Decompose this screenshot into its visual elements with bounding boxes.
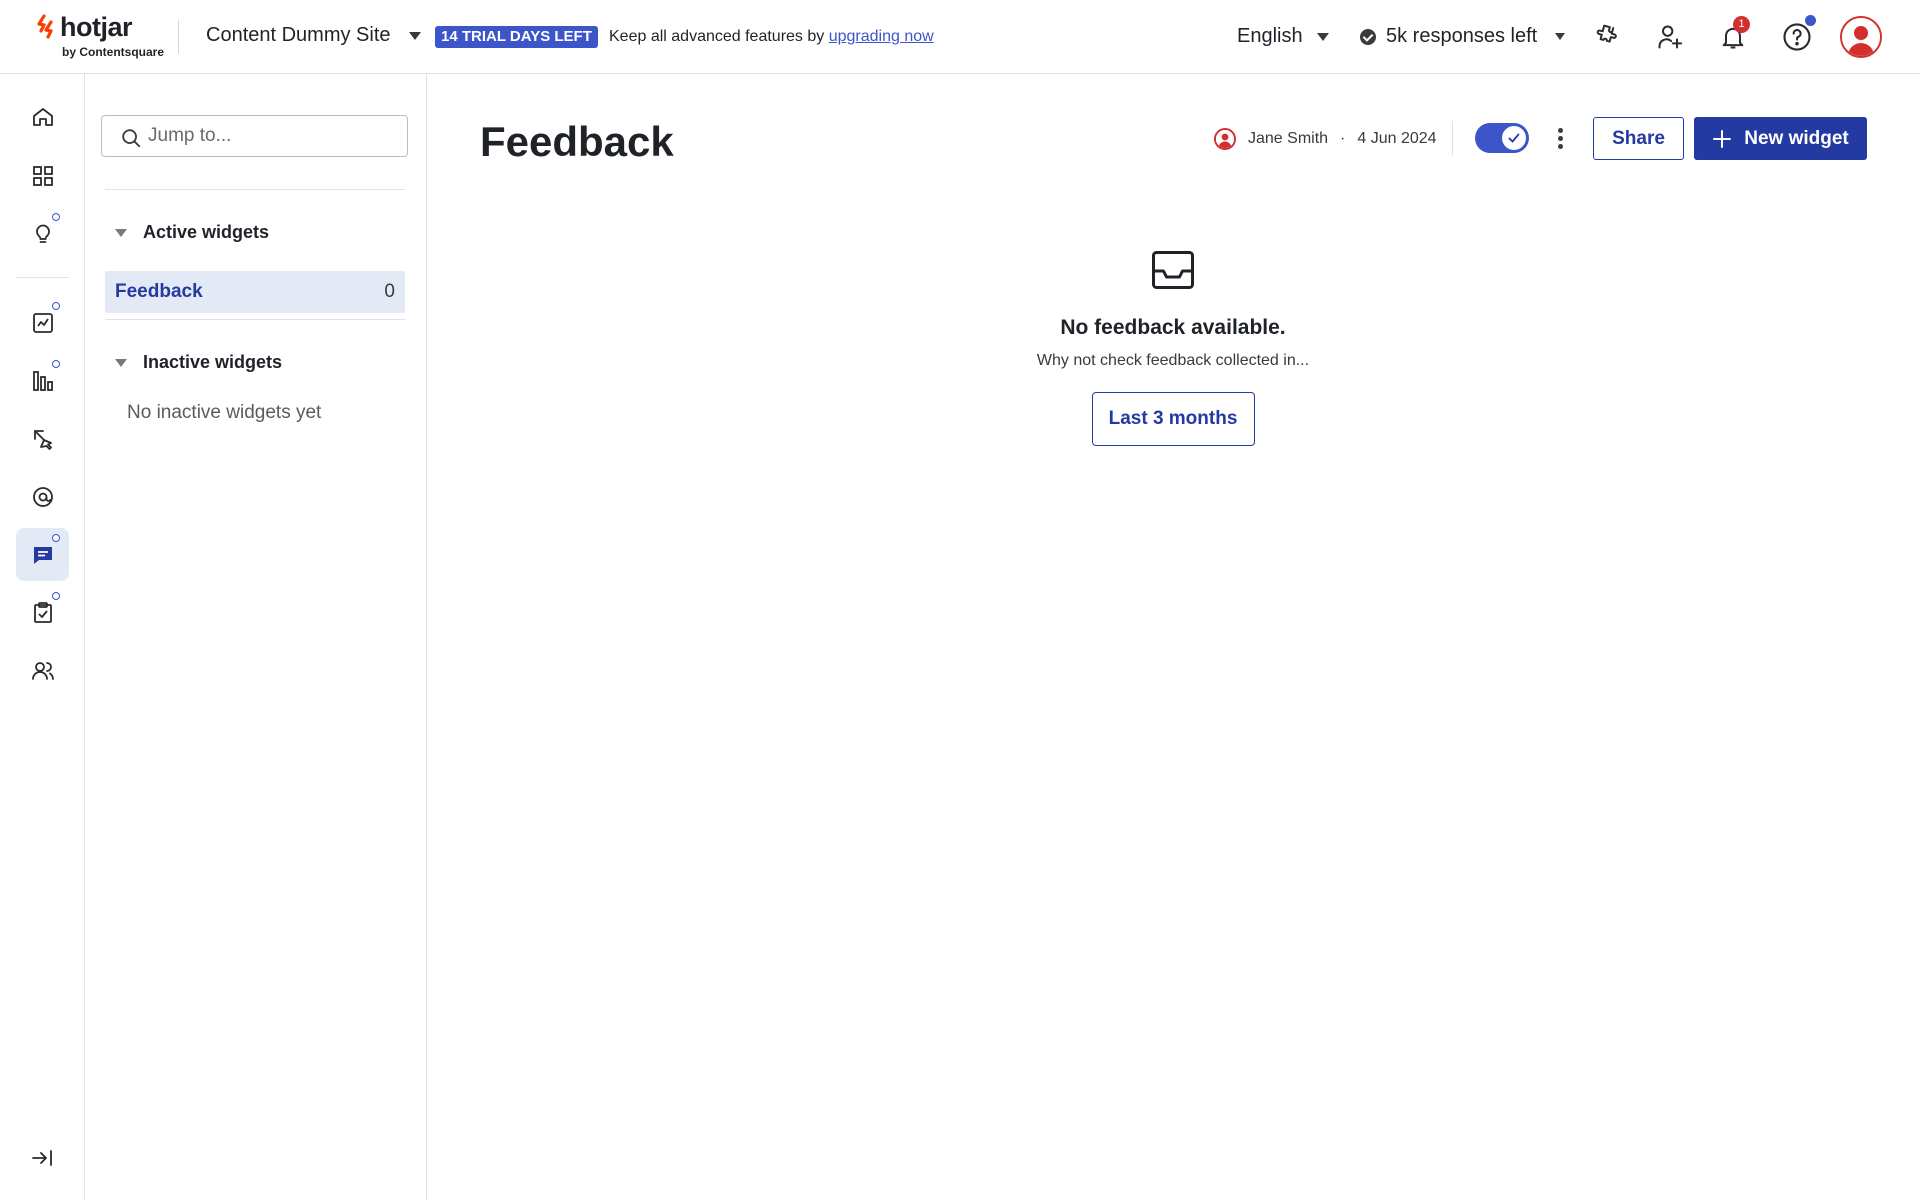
created-date: 4 Jun 2024 bbox=[1357, 130, 1437, 147]
user-avatar[interactable] bbox=[1840, 16, 1882, 58]
engage-icon bbox=[32, 486, 53, 507]
help-icon[interactable] bbox=[1778, 15, 1816, 56]
search-icon bbox=[122, 129, 141, 148]
nav-users[interactable] bbox=[16, 644, 69, 697]
header-divider bbox=[1452, 121, 1453, 155]
widget-active-toggle[interactable] bbox=[1475, 123, 1529, 153]
last-3-months-button[interactable]: Last 3 months bbox=[1091, 392, 1255, 446]
language-selector[interactable]: English bbox=[1237, 25, 1329, 48]
home-icon bbox=[32, 107, 53, 126]
nav-funnels[interactable] bbox=[16, 354, 69, 407]
logo-subtitle: by Contentsquare bbox=[62, 45, 165, 59]
new-widget-label: New widget bbox=[1744, 127, 1849, 149]
feedback-icon bbox=[33, 546, 52, 564]
new-indicator-dot bbox=[52, 302, 60, 310]
dashboard-icon bbox=[32, 165, 53, 186]
bell-icon[interactable]: 1 bbox=[1714, 16, 1752, 56]
users-icon bbox=[31, 661, 54, 680]
sidebar-divider bbox=[105, 319, 405, 320]
chevron-down-icon bbox=[408, 31, 421, 40]
nav-dashboards[interactable] bbox=[16, 149, 69, 202]
surveys-icon bbox=[33, 601, 52, 623]
collapse-icon bbox=[32, 1150, 52, 1166]
meta-separator: · bbox=[1340, 130, 1346, 147]
site-switcher[interactable]: Content Dummy Site bbox=[206, 24, 421, 47]
nav-trends[interactable] bbox=[16, 296, 69, 349]
trial-badge: 14 TRIAL DAYS LEFT bbox=[435, 26, 598, 48]
funnels-icon bbox=[32, 370, 53, 391]
check-circle-icon bbox=[1360, 28, 1376, 45]
widget-item-count: 0 bbox=[384, 281, 395, 302]
widget-sidebar: Jump to... Active widgets Feedback 0 Ina… bbox=[85, 74, 427, 1200]
new-indicator-dot bbox=[52, 213, 60, 221]
upgrade-link[interactable]: upgrading now bbox=[829, 28, 934, 45]
integrations-icon[interactable] bbox=[1587, 18, 1625, 56]
collapse-nav-button[interactable] bbox=[26, 1142, 58, 1174]
new-indicator-dot bbox=[52, 360, 60, 368]
widget-item-label: Feedback bbox=[115, 281, 203, 302]
share-button[interactable]: Share bbox=[1593, 117, 1684, 160]
nav-engage[interactable] bbox=[16, 470, 69, 523]
jump-to-search[interactable]: Jump to... bbox=[101, 115, 408, 157]
inactive-widgets-label: Inactive widgets bbox=[143, 352, 283, 372]
nav-insights[interactable] bbox=[16, 207, 69, 260]
inactive-empty-text: No inactive widgets yet bbox=[127, 402, 322, 423]
search-placeholder: Jump to... bbox=[148, 125, 232, 146]
page-title: Feedback bbox=[480, 118, 674, 165]
site-name: Content Dummy Site bbox=[206, 24, 391, 46]
toggle-knob bbox=[1502, 126, 1526, 150]
hotjar-logo-mark-icon bbox=[37, 14, 53, 39]
header-divider bbox=[178, 20, 179, 54]
invite-user-icon[interactable] bbox=[1651, 18, 1689, 56]
empty-state: No feedback available. Why not check fee… bbox=[980, 250, 1366, 446]
responses-label: 5k responses left bbox=[1386, 25, 1538, 47]
responses-quota[interactable]: 5k responses left bbox=[1360, 25, 1566, 48]
hotjar-logo[interactable]: hotjar by Contentsquare bbox=[36, 12, 166, 62]
insights-icon bbox=[35, 224, 50, 243]
chevron-down-icon bbox=[115, 228, 127, 237]
nav-feedback[interactable] bbox=[16, 528, 69, 581]
new-indicator-dot bbox=[52, 534, 60, 542]
plus-icon bbox=[1713, 129, 1732, 148]
logo-wordmark: hotjar bbox=[60, 12, 133, 42]
more-options-icon[interactable] bbox=[1550, 124, 1570, 152]
new-widget-button[interactable]: New widget bbox=[1694, 117, 1867, 160]
sidebar-divider bbox=[105, 189, 405, 190]
main-nav-rail bbox=[0, 74, 85, 1200]
notification-count-badge: 1 bbox=[1733, 16, 1750, 33]
widget-meta: Jane Smith · 4 Jun 2024 bbox=[1214, 128, 1437, 150]
top-bar: hotjar by Contentsquare Content Dummy Si… bbox=[0, 0, 1920, 74]
inbox-icon bbox=[1152, 251, 1194, 289]
language-label: English bbox=[1237, 25, 1303, 47]
empty-subtitle: Why not check feedback collected in... bbox=[1036, 352, 1310, 369]
trial-message: Keep all advanced features by upgrading … bbox=[609, 28, 934, 46]
active-widgets-label: Active widgets bbox=[143, 222, 270, 242]
inactive-widgets-group[interactable]: Inactive widgets bbox=[115, 352, 282, 373]
owner-avatar bbox=[1214, 128, 1236, 150]
help-indicator-dot bbox=[1805, 15, 1816, 26]
nav-recordings[interactable] bbox=[16, 412, 69, 465]
widget-item-feedback[interactable]: Feedback 0 bbox=[105, 271, 405, 313]
owner-name: Jane Smith bbox=[1248, 130, 1329, 147]
nav-surveys[interactable] bbox=[16, 586, 69, 639]
chevron-down-icon bbox=[1316, 32, 1329, 41]
chevron-down-icon bbox=[1555, 33, 1566, 40]
empty-title: No feedback available. bbox=[1060, 316, 1286, 339]
active-widgets-group[interactable]: Active widgets bbox=[115, 222, 269, 243]
recordings-icon bbox=[33, 429, 52, 450]
trends-icon bbox=[32, 312, 53, 333]
trial-text: Keep all advanced features by bbox=[609, 28, 825, 45]
new-indicator-dot bbox=[52, 592, 60, 600]
nav-separator bbox=[16, 277, 69, 278]
check-icon bbox=[1508, 133, 1520, 143]
nav-home[interactable] bbox=[16, 90, 69, 143]
chevron-down-icon bbox=[115, 358, 127, 367]
